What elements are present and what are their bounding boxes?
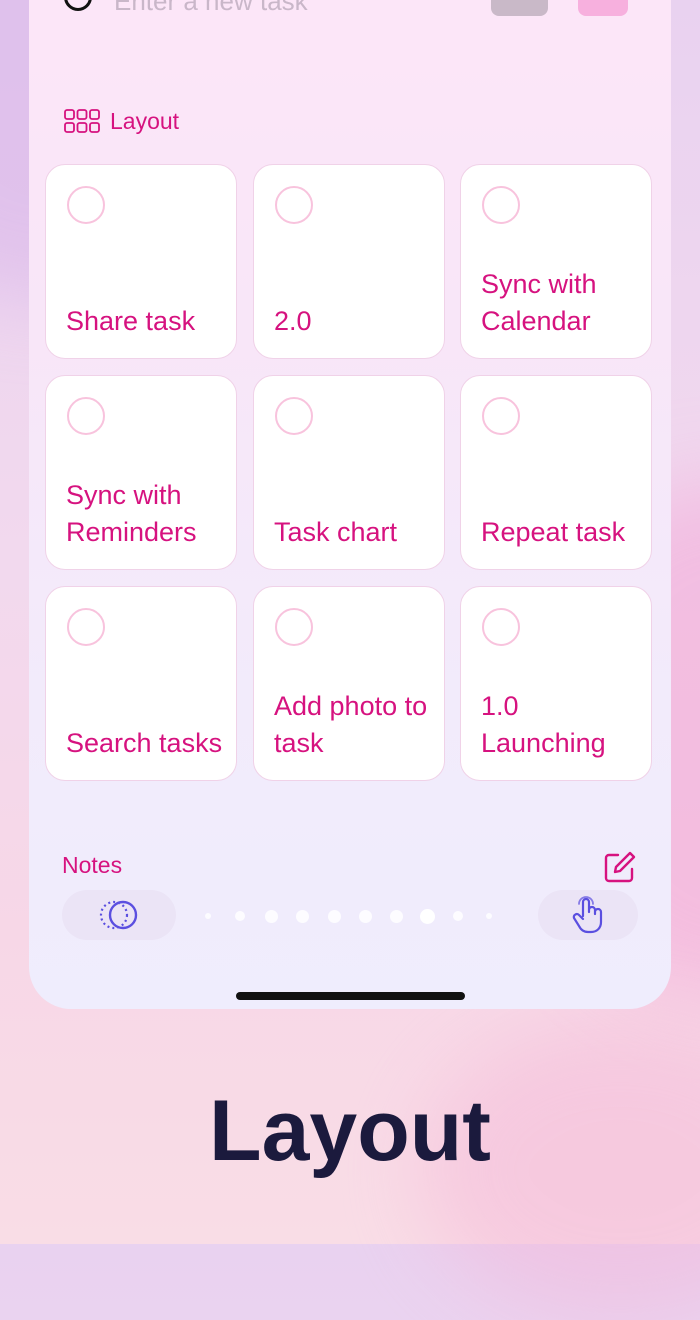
layers-button[interactable]: [62, 890, 176, 940]
task-card[interactable]: Repeat task: [460, 375, 652, 570]
page-dot[interactable]: [205, 913, 211, 919]
task-checkbox-icon[interactable]: [67, 397, 105, 435]
compose-button[interactable]: [578, 0, 628, 16]
task-checkbox-icon[interactable]: [67, 608, 105, 646]
page-dot[interactable]: [235, 911, 245, 921]
task-title: Repeat task: [481, 517, 626, 547]
phone-screen: Enter a new task Layout Share task 2.0 S…: [29, 0, 671, 1009]
task-card[interactable]: Search tasks: [45, 586, 237, 781]
page-dot[interactable]: [359, 910, 372, 923]
section-label: Layout: [110, 107, 180, 134]
task-title: Sync with Calendar: [481, 269, 597, 336]
task-checkbox-icon[interactable]: [482, 186, 520, 224]
task-card[interactable]: 1.0 Launching: [460, 586, 652, 781]
task-checkbox-icon[interactable]: [482, 608, 520, 646]
page-dot[interactable]: [390, 910, 403, 923]
add-button[interactable]: [491, 0, 548, 16]
task-card[interactable]: Share task: [45, 164, 237, 359]
task-card[interactable]: Sync with Calendar: [460, 164, 652, 359]
grid-icon: [64, 109, 100, 133]
task-checkbox-icon[interactable]: [64, 0, 92, 11]
hand-pointer-icon: [572, 896, 603, 934]
new-task-bar: Enter a new task: [29, 0, 671, 30]
task-card[interactable]: Task chart: [253, 375, 445, 570]
task-title: Search tasks: [66, 728, 223, 758]
layers-icon: [99, 900, 138, 930]
task-checkbox-icon[interactable]: [275, 397, 313, 435]
page-indicator[interactable]: [199, 909, 519, 924]
page-dot[interactable]: [453, 911, 463, 921]
page-dot[interactable]: [486, 913, 492, 919]
task-checkbox-icon[interactable]: [275, 186, 313, 224]
notes-label[interactable]: Notes: [62, 852, 122, 879]
task-card[interactable]: 2.0: [253, 164, 445, 359]
task-title: 2.0: [274, 306, 312, 336]
task-title: Add photo to task: [274, 691, 428, 758]
task-title: Sync with Reminders: [66, 480, 197, 547]
touch-button[interactable]: [538, 890, 638, 940]
caption-title: Layout: [209, 1083, 491, 1179]
task-checkbox-icon[interactable]: [67, 186, 105, 224]
page-dot[interactable]: [265, 910, 278, 923]
page-dot[interactable]: [296, 910, 309, 923]
edit-icon[interactable]: [603, 850, 637, 884]
new-task-input[interactable]: Enter a new task: [114, 0, 308, 17]
task-title: Task chart: [274, 517, 398, 547]
home-indicator: [236, 992, 465, 1000]
page-dot-active[interactable]: [420, 909, 435, 924]
task-card[interactable]: Sync with Reminders: [45, 375, 237, 570]
page-dot[interactable]: [328, 910, 341, 923]
section-header[interactable]: Layout: [64, 106, 179, 136]
task-card[interactable]: Add photo to task: [253, 586, 445, 781]
task-title: Share task: [66, 306, 196, 336]
task-checkbox-icon[interactable]: [275, 608, 313, 646]
task-title: 1.0 Launching: [481, 691, 606, 758]
task-checkbox-icon[interactable]: [482, 397, 520, 435]
